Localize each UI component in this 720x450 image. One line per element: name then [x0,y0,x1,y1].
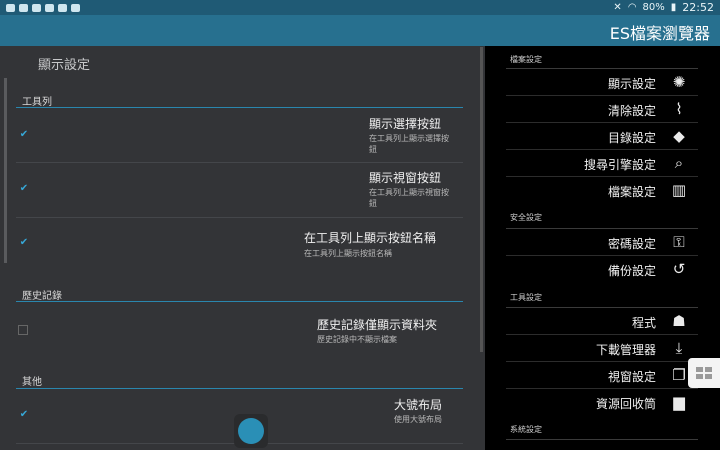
checkbox-checked[interactable]: ✔ [19,238,29,248]
menu-item-label: 程式 [631,316,656,330]
section-header-history: 歷史記錄 [22,291,62,302]
notification-icons [6,3,80,12]
mute-icon: ✕ [613,2,622,13]
download-icon: ⤓ [675,339,683,357]
book-icon: ▥ [671,181,687,199]
battery-level: 80% [642,2,665,13]
setting-subtitle: 在工具列上顯示選擇按鈕 [369,134,449,154]
notification-icon [32,3,41,12]
setting-subtitle: 歷史記錄中不顯示檔案 [317,335,397,344]
checkbox-checked[interactable]: ✔ [19,184,29,194]
grid-icon [696,367,712,379]
trash-icon: ▆ [673,393,685,411]
menu-item-backup-settings[interactable]: 備份設定 ↺ [506,256,698,283]
floating-window-widget[interactable] [688,358,720,388]
menu-item-directory-settings[interactable]: 目錄設定 ◆ [506,123,698,150]
menu-section-security: 安全設定 [510,213,542,222]
menu-item-apps[interactable]: 程式 ☗ [506,308,698,335]
menu-item-label: 下載管理器 [595,343,656,357]
notification-icon [19,3,28,12]
clock: 22:52 [682,1,714,14]
menu-item-label: 檔案設定 [607,185,656,199]
section-divider [506,439,698,440]
menu-item-label: 搜尋引擎設定 [583,158,656,172]
setting-title: 大號布局 [394,398,443,412]
search-icon: ⌕ [674,154,684,172]
row-divider [16,162,463,163]
settings-panel: 顯示設定 工具列 ✔ 顯示選擇按鈕 在工具列上顯示選擇按鈕 ✔ 顯示視窗按鈕 在… [0,46,485,450]
menu-item-search-engine-settings[interactable]: 搜尋引擎設定 ⌕ [506,150,698,177]
section-divider [16,388,463,389]
page-title: 顯示設定 [38,58,91,73]
checkbox-unchecked[interactable]: ✔ [18,325,28,335]
floating-action-button[interactable] [234,414,268,448]
checkbox-checked[interactable]: ✔ [19,130,29,140]
menu-item-clear-settings[interactable]: 清除設定 ⌇ [506,96,698,123]
setting-title: 顯示視窗按鈕 [369,171,442,185]
menu-item-label: 目錄設定 [607,131,656,145]
app-title: ES檔案瀏覽器 [609,24,710,43]
setting-subtitle: 在工具列上顯示按鈕名稱 [304,249,392,258]
notification-icon [6,3,15,12]
section-divider [16,301,463,302]
fab-circle-icon [238,418,264,444]
menu-item-label: 顯示設定 [607,77,656,91]
menu-item-recycle-bin[interactable]: 資源回收筒 ▆ [506,389,698,416]
setting-title: 顯示選擇按鈕 [369,117,442,131]
battery-icon: ▮ [670,2,677,13]
menu-item-window-settings[interactable]: 視窗設定 ❐ [506,362,698,389]
action-bar: ES檔案瀏覽器 [0,15,720,46]
key-icon: ⚿ [673,233,685,251]
history-icon: ↺ [672,260,686,278]
menu-item-file-settings[interactable]: 檔案設定 ▥ [506,177,698,204]
status-bar: ✕ ◠ 80% ▮ 22:52 [0,0,720,15]
checkbox-checked[interactable]: ✔ [19,410,29,420]
wifi-icon: ◠ [627,2,637,13]
section-header-toolbar: 工具列 [22,97,52,108]
setting-subtitle: 在工具列上顯示視窗按鈕 [369,188,449,208]
windows-icon: ❐ [672,366,686,384]
notification-icon [45,3,54,12]
menu-item-label: 備份設定 [607,264,656,278]
menu-item-password-settings[interactable]: 密碼設定 ⚿ [506,229,698,256]
scroll-indicator [4,78,7,263]
notification-icon [58,3,67,12]
display-brightness-icon: ✺ [672,73,686,91]
android-icon: ☗ [672,312,686,330]
notification-icon [71,3,80,12]
section-header-other: 其他 [22,377,42,388]
menu-item-label: 清除設定 [607,104,656,118]
setting-subtitle: 使用大號布局 [394,415,442,424]
menu-item-label: 視窗設定 [607,370,656,384]
menu-section-file: 檔案設定 [510,55,542,64]
menu-section-tools: 工具設定 [510,293,542,302]
setting-title: 歷史記錄僅顯示資料夾 [317,318,438,332]
settings-menu: 檔案設定 顯示設定 ✺ 清除設定 ⌇ 目錄設定 ◆ 搜尋引擎設定 ⌕ 檔案設定 … [485,46,720,450]
menu-item-display-settings[interactable]: 顯示設定 ✺ [506,69,698,96]
menu-item-label: 密碼設定 [607,237,656,251]
menu-section-system: 系統設定 [510,425,542,434]
directions-icon: ◆ [673,127,685,145]
section-divider [16,107,463,108]
setting-title: 在工具列上顯示按鈕名稱 [304,231,437,245]
menu-item-download-manager[interactable]: 下載管理器 ⤓ [506,335,698,362]
scrollbar[interactable] [480,47,483,352]
menu-item-label: 資源回收筒 [595,397,656,411]
broom-icon: ⌇ [675,100,683,118]
row-divider [16,217,463,218]
